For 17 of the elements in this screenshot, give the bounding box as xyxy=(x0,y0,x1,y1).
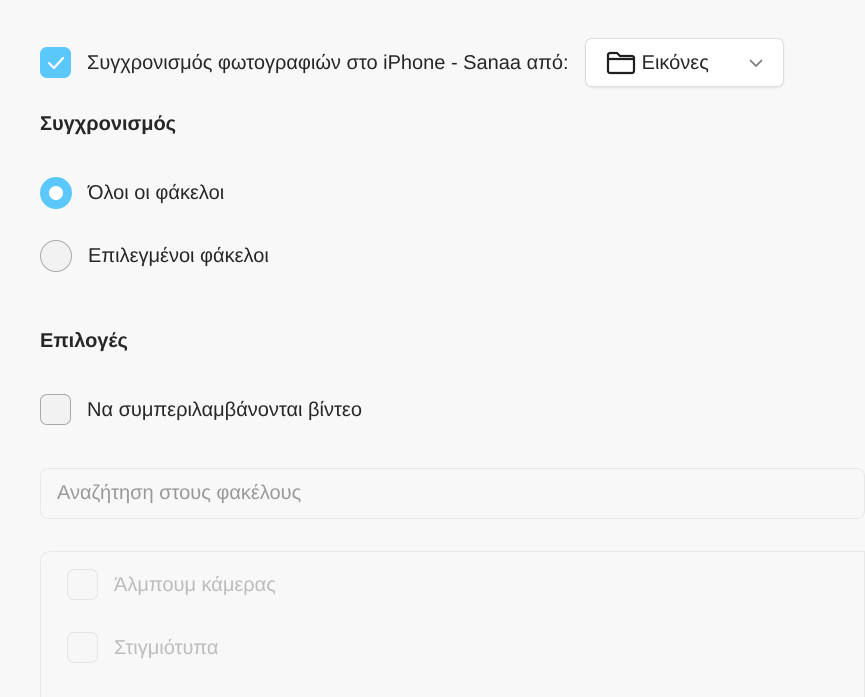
section-heading: Επιλογές xyxy=(40,329,129,354)
radio-label: Όλοι οι φάκελοι xyxy=(88,181,224,206)
folder-label: Στιγμιότυπα xyxy=(114,636,218,660)
checkmark-icon xyxy=(46,56,64,70)
section-heading: Συγχρονισμός xyxy=(40,112,178,137)
folder-label: Άλμπουμ κάμερας xyxy=(114,572,276,598)
folder-icon xyxy=(606,50,636,74)
checkbox[interactable] xyxy=(40,47,71,78)
source-dropdown[interactable]: Εικόνες xyxy=(584,38,784,87)
radio-button[interactable] xyxy=(40,177,72,209)
sync-label: Συγχρονισμός φωτογραφιών στο iPhone - Sanaa από: xyxy=(87,50,569,76)
checkbox[interactable] xyxy=(40,394,71,425)
radio-button[interactable] xyxy=(40,240,72,272)
chevron-down-icon xyxy=(748,58,763,66)
radio-label: Επιλεγμένοι φάκελοι xyxy=(88,244,269,269)
search-field[interactable]: Αναζήτηση στους φακέλους xyxy=(40,468,865,519)
checkbox-label: Να συμπεριλαμβάνονται βίντεο xyxy=(87,398,362,422)
